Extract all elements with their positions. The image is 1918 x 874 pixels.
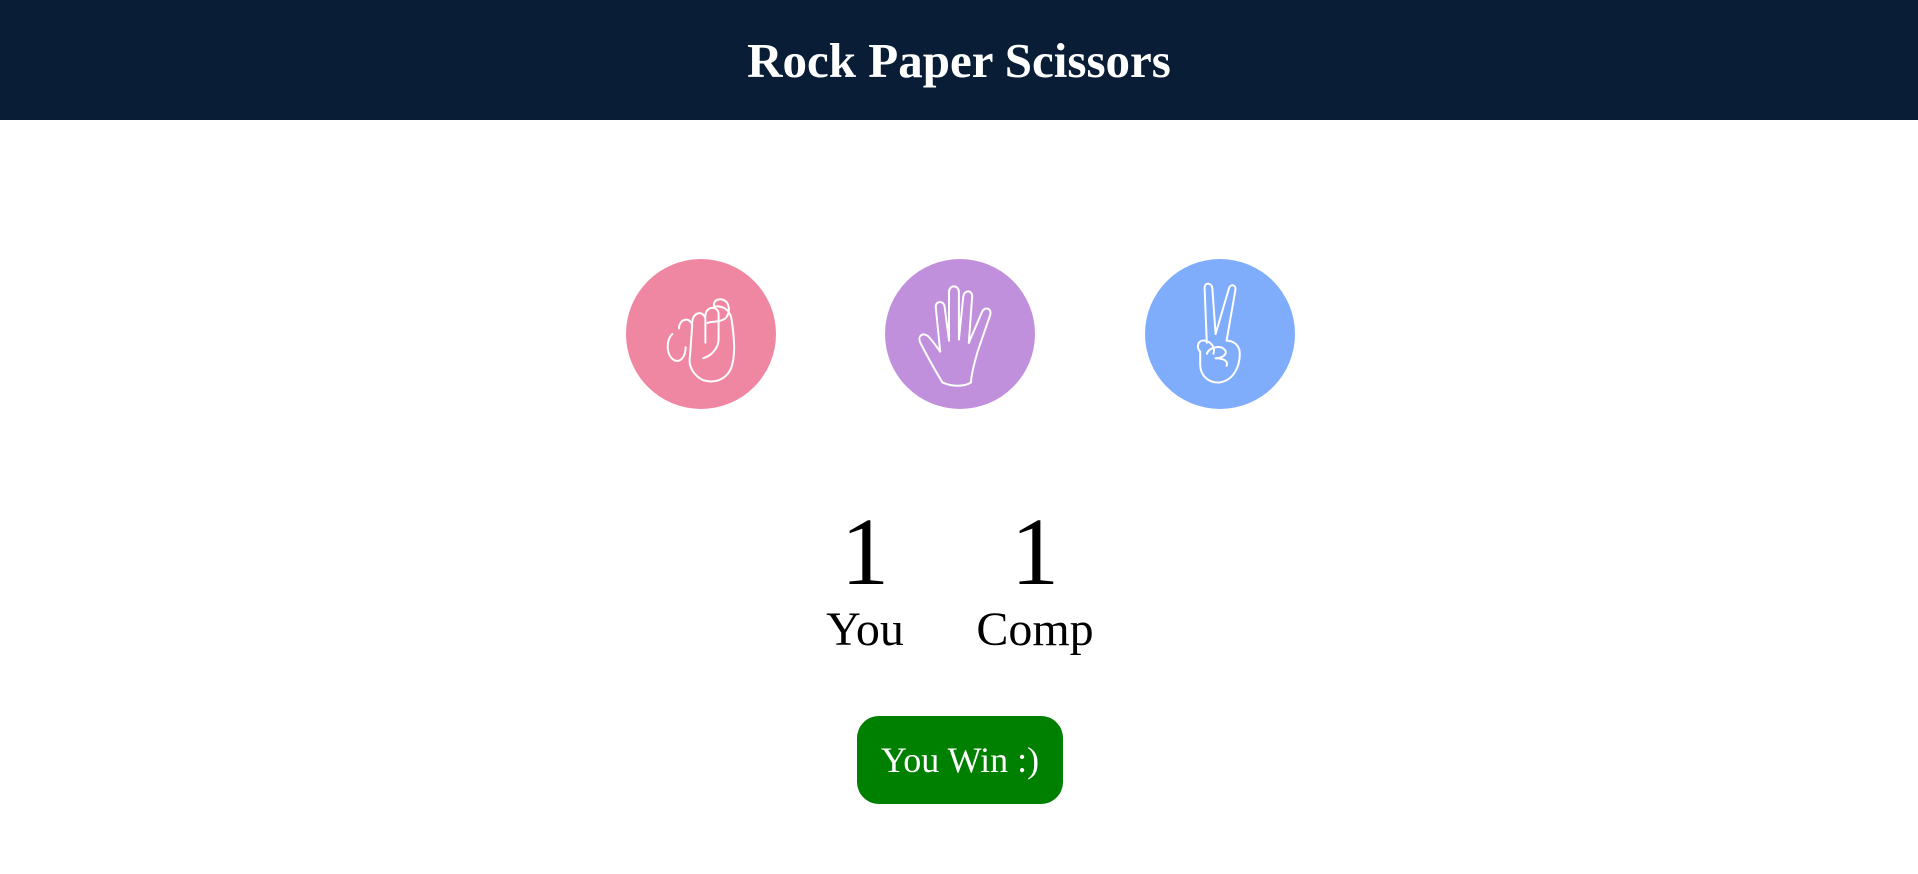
rock-hand-icon	[666, 298, 736, 383]
scissors-hand-icon	[1196, 282, 1241, 384]
app-header: Rock Paper Scissors	[0, 0, 1918, 120]
result-message: You Win :)	[857, 716, 1063, 804]
paper-hand-icon	[918, 285, 992, 387]
scissors-choice-button[interactable]	[1145, 259, 1295, 409]
choice-row	[0, 259, 1918, 409]
computer-score-value: 1	[1011, 498, 1059, 605]
page-title: Rock Paper Scissors	[747, 32, 1171, 88]
paper-choice-button[interactable]	[885, 259, 1035, 409]
user-score-value: 1	[841, 498, 889, 605]
computer-score: 1 Comp	[955, 502, 1115, 658]
user-score-label: You	[826, 603, 904, 656]
user-score: 1 You	[785, 502, 945, 658]
computer-score-label: Comp	[976, 603, 1094, 656]
rock-choice-button[interactable]	[626, 259, 776, 409]
